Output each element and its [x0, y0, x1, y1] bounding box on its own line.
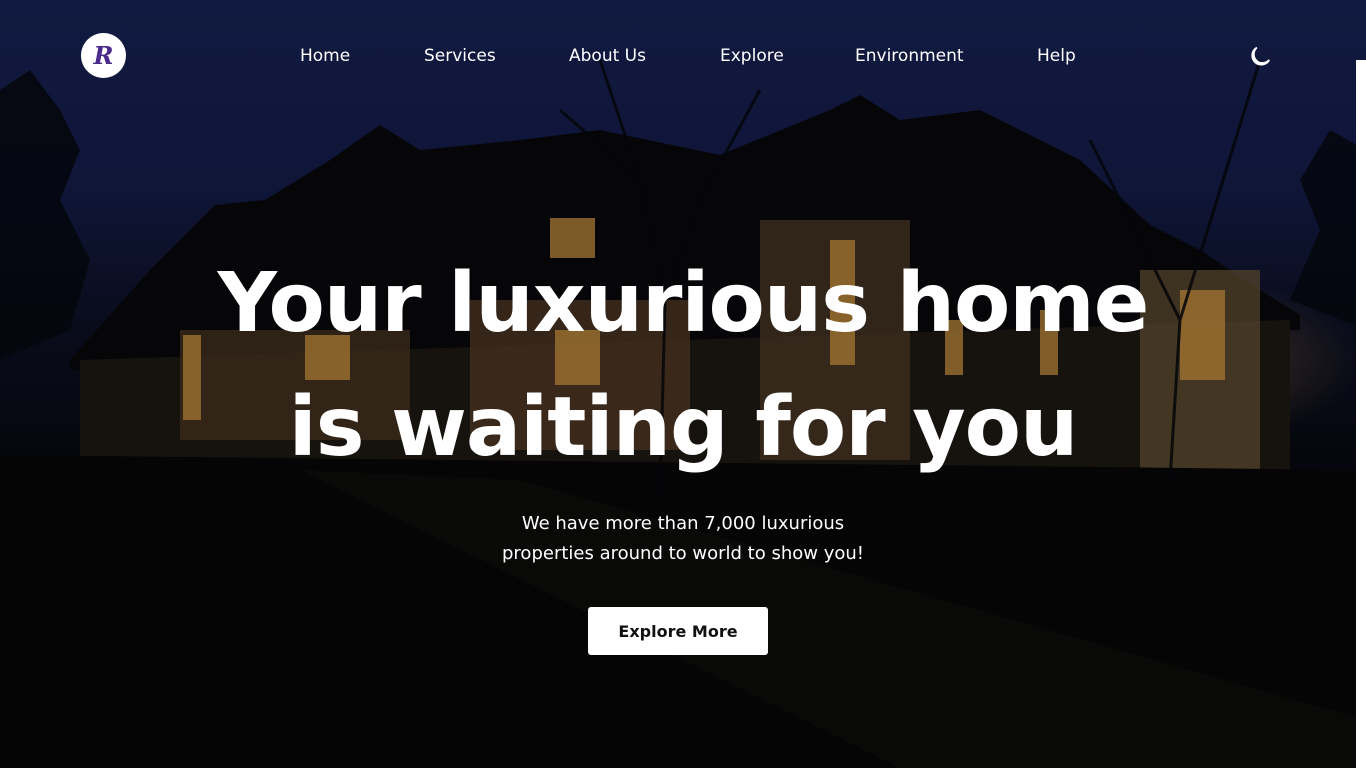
nav-home[interactable]: Home: [300, 44, 350, 68]
hero-headline: Your luxurious home is waiting for you: [0, 242, 1366, 490]
hero-section: R Home Services About Us Explore Environ…: [0, 0, 1366, 768]
nav-about-us[interactable]: About Us: [569, 44, 646, 68]
nav-environment[interactable]: Environment: [855, 44, 964, 68]
nav-services[interactable]: Services: [424, 44, 496, 68]
nav-explore[interactable]: Explore: [720, 44, 784, 68]
headline-line-1: Your luxurious home: [217, 256, 1150, 351]
nav-help[interactable]: Help: [1037, 44, 1076, 68]
headline-line-2: is waiting for you: [288, 380, 1079, 475]
subtext-line-1: We have more than 7,000 luxurious: [521, 513, 845, 534]
hero-subtext: We have more than 7,000 luxurious proper…: [0, 509, 1366, 569]
theme-toggle-button[interactable]: [1249, 42, 1275, 68]
main-nav: Home Services About Us Explore Environme…: [0, 44, 1366, 68]
explore-more-button[interactable]: Explore More: [588, 607, 768, 655]
moon-icon: [1251, 47, 1270, 66]
subtext-line-2: properties around to world to show you!: [502, 543, 864, 564]
